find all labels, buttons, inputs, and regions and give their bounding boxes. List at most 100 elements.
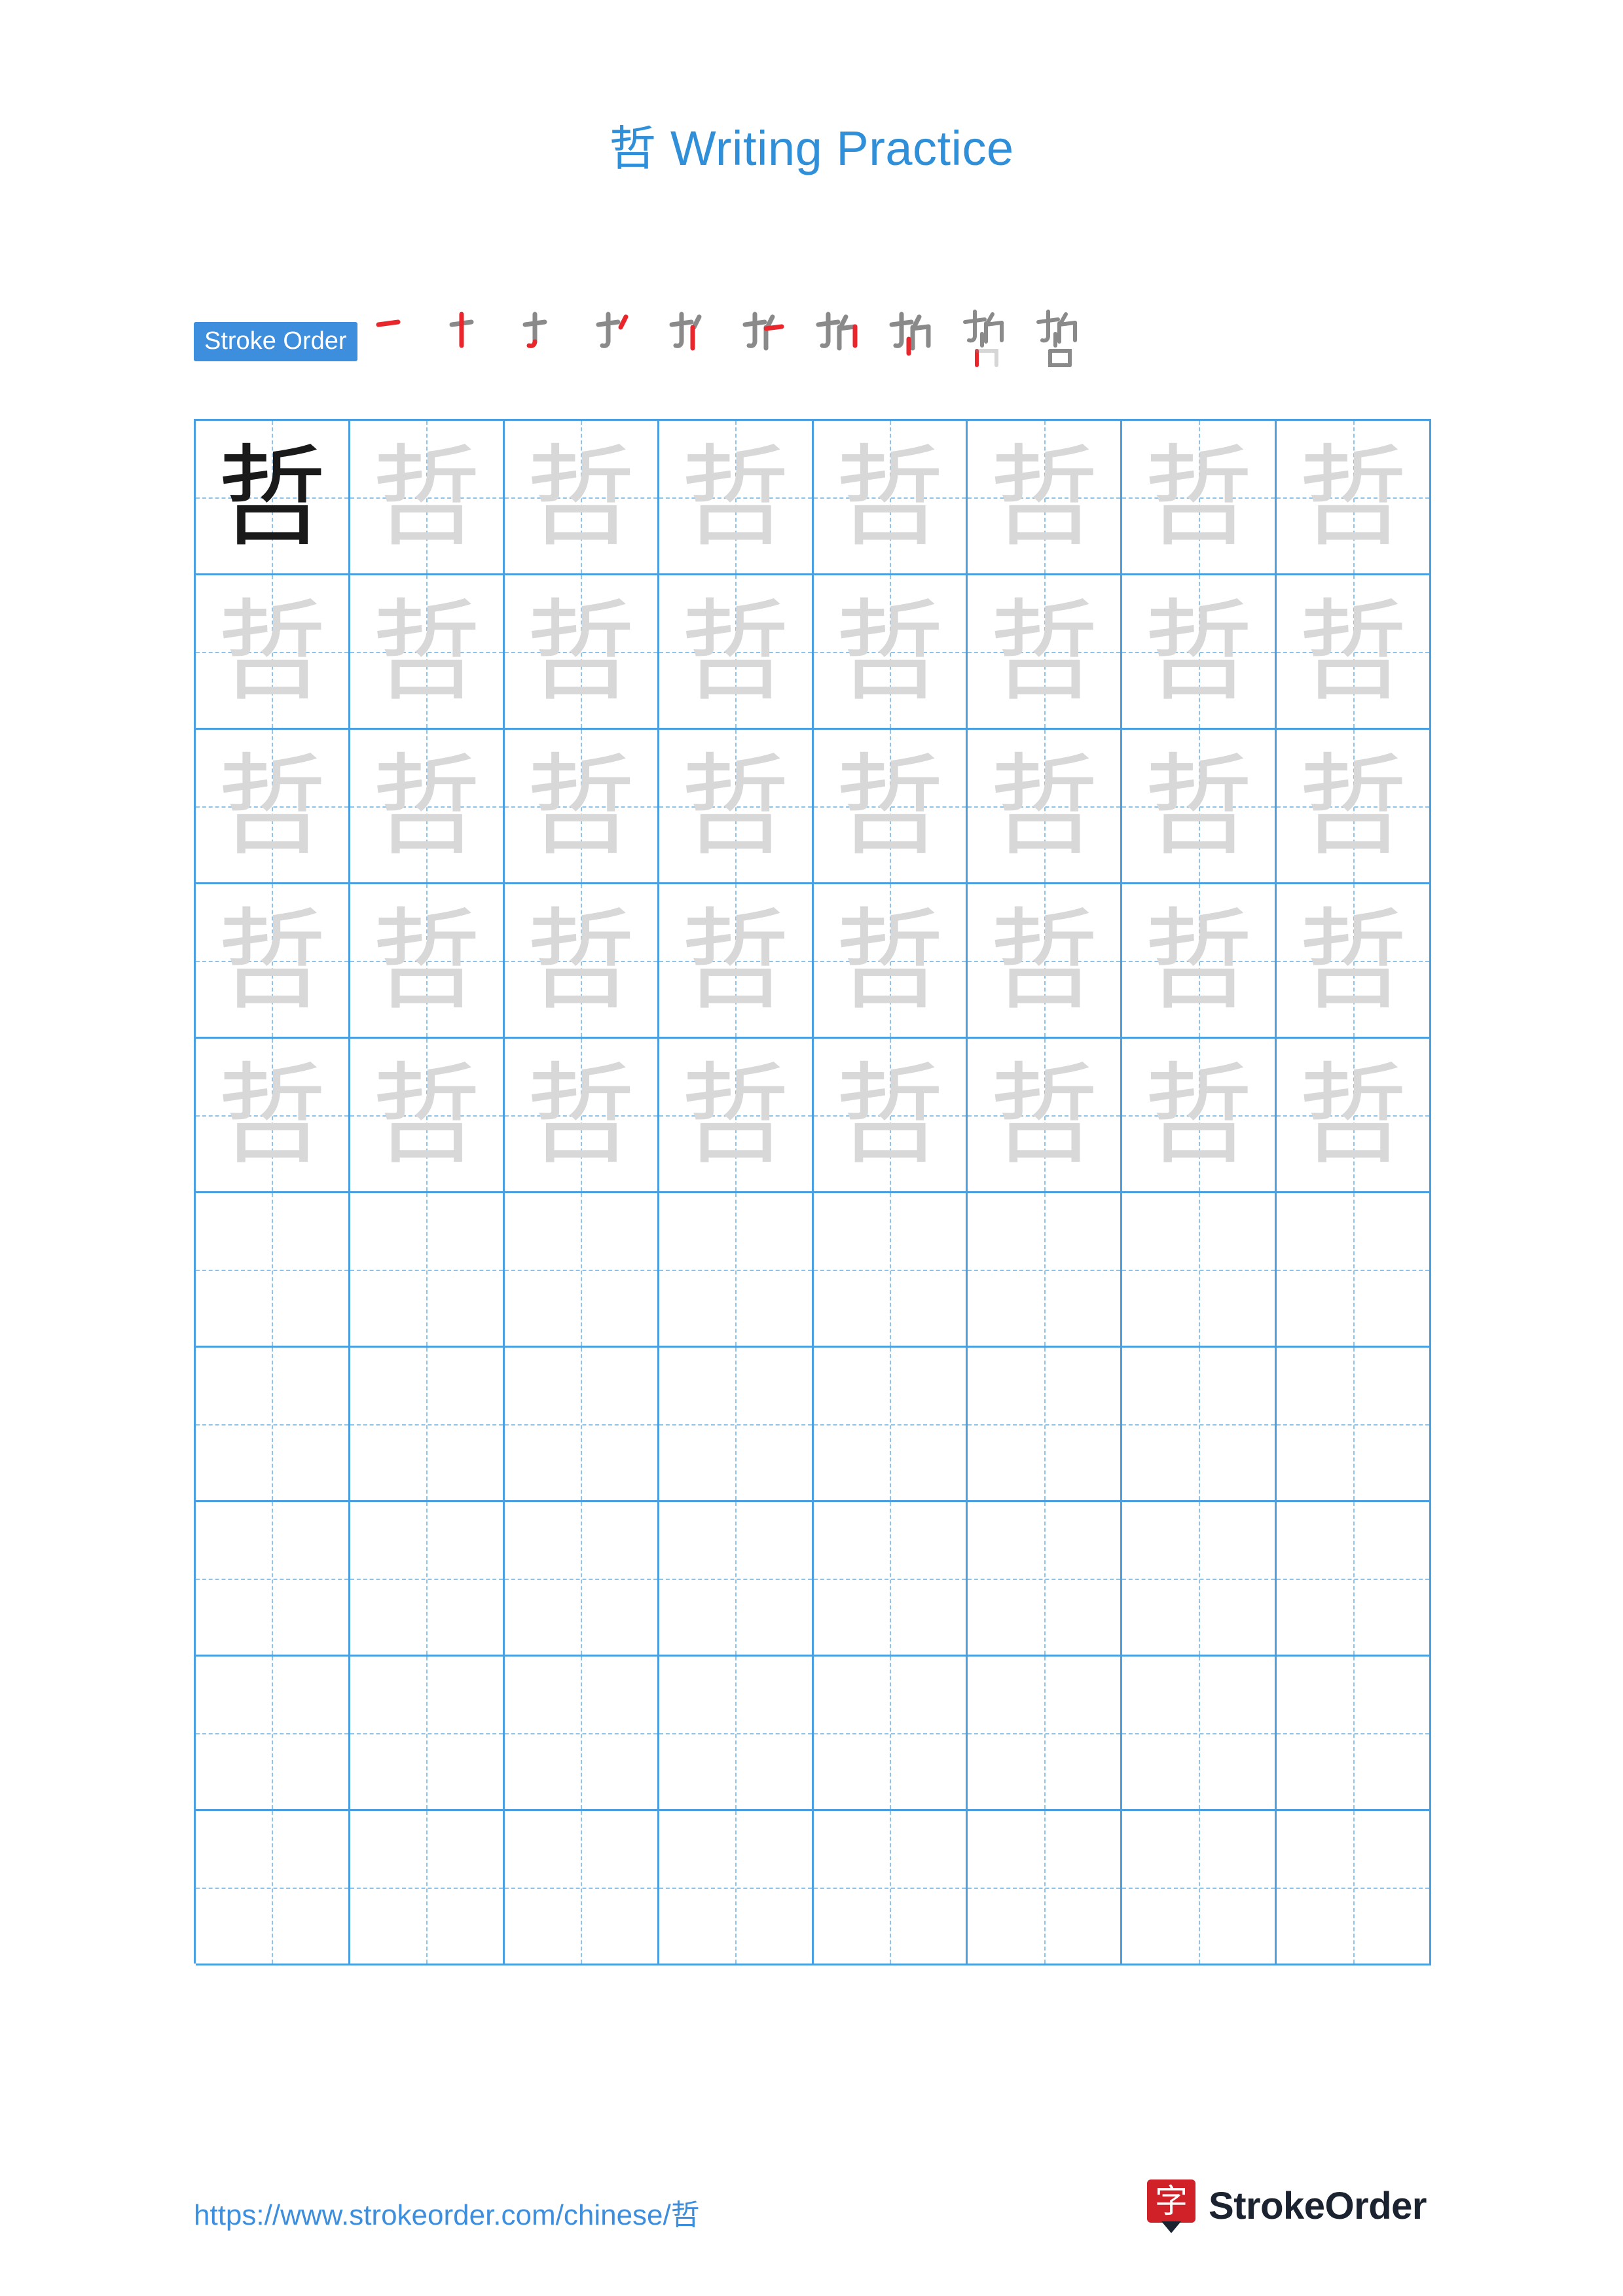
practice-cell-r1-c3[interactable]: 哲: [504, 421, 659, 575]
practice-cell-r8-c1[interactable]: [196, 1502, 350, 1657]
practice-cell-r2-c6[interactable]: 哲: [968, 575, 1123, 730]
practice-cell-r4-c2[interactable]: 哲: [350, 884, 505, 1039]
practice-cell-r8-c6[interactable]: [968, 1502, 1123, 1657]
practice-cell-r8-c8[interactable]: [1277, 1502, 1431, 1657]
practice-grid-row: 哲哲哲哲哲哲哲哲: [196, 1039, 1431, 1193]
practice-cell-r7-c2[interactable]: [350, 1348, 505, 1502]
practice-cell-r7-c8[interactable]: [1277, 1348, 1431, 1502]
practice-cell-r6-c6[interactable]: [968, 1193, 1123, 1348]
practice-cell-r6-c5[interactable]: [813, 1193, 968, 1348]
tracing-character: 哲: [680, 587, 791, 716]
practice-cell-r3-c7[interactable]: 哲: [1122, 730, 1277, 884]
practice-cell-r2-c7[interactable]: 哲: [1122, 575, 1277, 730]
practice-cell-r8-c2[interactable]: [350, 1502, 505, 1657]
practice-cell-r5-c8[interactable]: 哲: [1277, 1039, 1431, 1193]
practice-cell-r3-c2[interactable]: 哲: [350, 730, 505, 884]
practice-cell-r7-c7[interactable]: [1122, 1348, 1277, 1502]
practice-cell-r6-c8[interactable]: [1277, 1193, 1431, 1348]
practice-cell-r5-c1[interactable]: 哲: [196, 1039, 350, 1193]
practice-cell-r6-c7[interactable]: [1122, 1193, 1277, 1348]
practice-cell-r5-c4[interactable]: 哲: [659, 1039, 814, 1193]
tracing-character: 哲: [834, 742, 945, 870]
practice-cell-r2-c3[interactable]: 哲: [504, 575, 659, 730]
practice-cell-r7-c5[interactable]: [813, 1348, 968, 1502]
tracing-character: 哲: [1298, 587, 1408, 716]
practice-cell-r9-c3[interactable]: [504, 1657, 659, 1811]
practice-cell-r6-c4[interactable]: [659, 1193, 814, 1348]
practice-cell-r1-c2[interactable]: 哲: [350, 421, 505, 575]
practice-cell-r10-c8[interactable]: [1277, 1811, 1431, 1965]
tracing-character: 哲: [371, 896, 482, 1025]
practice-cell-r5-c3[interactable]: 哲: [504, 1039, 659, 1193]
practice-cell-r9-c5[interactable]: [813, 1657, 968, 1811]
practice-cell-r4-c8[interactable]: 哲: [1277, 884, 1431, 1039]
practice-cell-r9-c4[interactable]: [659, 1657, 814, 1811]
tracing-character: 哲: [680, 433, 791, 562]
practice-cell-r4-c1[interactable]: 哲: [196, 884, 350, 1039]
practice-cell-r10-c1[interactable]: [196, 1811, 350, 1965]
practice-cell-r9-c6[interactable]: [968, 1657, 1123, 1811]
practice-cell-r10-c3[interactable]: [504, 1811, 659, 1965]
practice-cell-r8-c7[interactable]: [1122, 1502, 1277, 1657]
practice-cell-r8-c5[interactable]: [813, 1502, 968, 1657]
practice-cell-r5-c5[interactable]: 哲: [813, 1039, 968, 1193]
practice-cell-r9-c7[interactable]: [1122, 1657, 1277, 1811]
practice-cell-r8-c3[interactable]: [504, 1502, 659, 1657]
practice-cell-r7-c3[interactable]: [504, 1348, 659, 1502]
tracing-character: 哲: [680, 896, 791, 1025]
practice-cell-r2-c5[interactable]: 哲: [813, 575, 968, 730]
practice-cell-r5-c6[interactable]: 哲: [968, 1039, 1123, 1193]
stroke-step-6: [733, 305, 807, 378]
practice-cell-r4-c4[interactable]: 哲: [659, 884, 814, 1039]
practice-cell-r1-c5[interactable]: 哲: [813, 421, 968, 575]
tracing-character: 哲: [217, 896, 327, 1025]
practice-cell-r7-c1[interactable]: [196, 1348, 350, 1502]
practice-cell-r10-c2[interactable]: [350, 1811, 505, 1965]
practice-cell-r4-c5[interactable]: 哲: [813, 884, 968, 1039]
practice-cell-r4-c3[interactable]: 哲: [504, 884, 659, 1039]
tracing-character: 哲: [371, 587, 482, 716]
stroke-step-7: [807, 305, 880, 378]
practice-cell-r1-c7[interactable]: 哲: [1122, 421, 1277, 575]
practice-cell-r6-c3[interactable]: [504, 1193, 659, 1348]
practice-grid-row: [196, 1502, 1431, 1657]
practice-cell-r10-c7[interactable]: [1122, 1811, 1277, 1965]
tracing-character: 哲: [680, 1050, 791, 1179]
tracing-character: 哲: [1143, 587, 1254, 716]
practice-cell-r9-c1[interactable]: [196, 1657, 350, 1811]
tracing-character: 哲: [989, 742, 1099, 870]
footer-url-link[interactable]: https://www.strokeorder.com/chinese/哲: [194, 2191, 700, 2233]
practice-cell-r9-c2[interactable]: [350, 1657, 505, 1811]
practice-cell-r5-c2[interactable]: 哲: [350, 1039, 505, 1193]
tracing-character: 哲: [1298, 742, 1408, 870]
practice-cell-r3-c1[interactable]: 哲: [196, 730, 350, 884]
practice-cell-r3-c6[interactable]: 哲: [968, 730, 1123, 884]
practice-cell-r2-c8[interactable]: 哲: [1277, 575, 1431, 730]
practice-cell-r3-c4[interactable]: 哲: [659, 730, 814, 884]
practice-cell-r2-c1[interactable]: 哲: [196, 575, 350, 730]
practice-cell-r2-c2[interactable]: 哲: [350, 575, 505, 730]
brand-logo-group: 字 StrokeOrder: [1147, 2179, 1427, 2233]
practice-cell-r5-c7[interactable]: 哲: [1122, 1039, 1277, 1193]
practice-cell-r4-c6[interactable]: 哲: [968, 884, 1123, 1039]
practice-cell-r10-c6[interactable]: [968, 1811, 1123, 1965]
practice-cell-r7-c4[interactable]: [659, 1348, 814, 1502]
practice-cell-r4-c7[interactable]: 哲: [1122, 884, 1277, 1039]
practice-cell-r10-c4[interactable]: [659, 1811, 814, 1965]
practice-cell-r1-c4[interactable]: 哲: [659, 421, 814, 575]
tracing-character: 哲: [1298, 433, 1408, 562]
practice-cell-r3-c8[interactable]: 哲: [1277, 730, 1431, 884]
practice-cell-r8-c4[interactable]: [659, 1502, 814, 1657]
practice-cell-r10-c5[interactable]: [813, 1811, 968, 1965]
practice-cell-r2-c4[interactable]: 哲: [659, 575, 814, 730]
practice-cell-r1-c6[interactable]: 哲: [968, 421, 1123, 575]
practice-cell-r3-c3[interactable]: 哲: [504, 730, 659, 884]
tracing-character: 哲: [1298, 1050, 1408, 1179]
practice-cell-r9-c8[interactable]: [1277, 1657, 1431, 1811]
practice-cell-r3-c5[interactable]: 哲: [813, 730, 968, 884]
practice-cell-r1-c1[interactable]: 哲: [196, 421, 350, 575]
practice-cell-r7-c6[interactable]: [968, 1348, 1123, 1502]
practice-cell-r1-c8[interactable]: 哲: [1277, 421, 1431, 575]
practice-cell-r6-c2[interactable]: [350, 1193, 505, 1348]
practice-cell-r6-c1[interactable]: [196, 1193, 350, 1348]
